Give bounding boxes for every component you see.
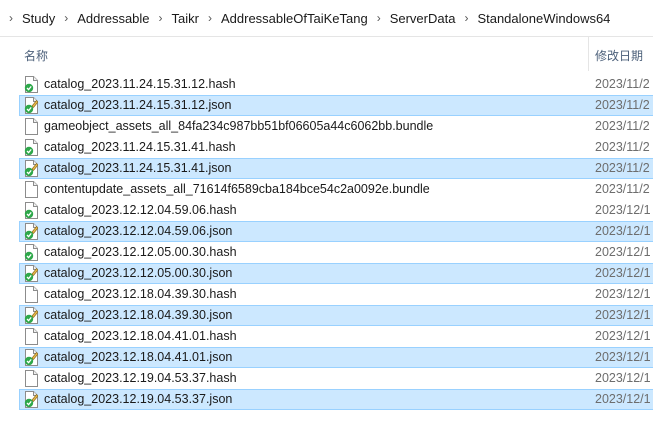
json-file-icon (24, 97, 39, 114)
file-name: contentupdate_assets_all_71614f6589cba18… (44, 182, 430, 196)
breadcrumb-item[interactable]: Taikr (168, 11, 203, 26)
file-row[interactable]: contentupdate_assets_all_71614f6589cba18… (19, 179, 653, 200)
file-name: catalog_2023.12.12.04.59.06.json (44, 224, 233, 238)
file-row[interactable]: catalog_2023.12.12.04.59.06.hash 2023/12/… (19, 200, 653, 221)
file-name: catalog_2023.12.12.05.00.30.json (44, 266, 233, 280)
hash-file-icon (24, 76, 38, 93)
file-row[interactable]: catalog_2023.12.19.04.53.37.json 2023/12/… (19, 389, 653, 410)
json-file-icon (24, 391, 39, 408)
json-file-icon (24, 223, 39, 240)
file-row[interactable]: catalog_2023.11.24.15.31.41.json 2023/11/… (19, 158, 653, 179)
file-name: catalog_2023.11.24.15.31.41.hash (44, 140, 236, 154)
file-name: catalog_2023.12.19.04.53.37.json (44, 392, 233, 406)
file-name: catalog_2023.12.18.04.41.01.json (44, 350, 233, 364)
file-modified-date: 2023/12/1 (595, 329, 651, 343)
file-row[interactable]: gameobject_assets_all_84fa234c987bb51bf0… (19, 116, 653, 137)
breadcrumb-item[interactable]: Addressable (73, 11, 153, 26)
plain-file-icon (24, 370, 38, 387)
column-header-date[interactable]: 修改日期 (595, 47, 643, 64)
file-name: catalog_2023.11.24.15.31.12.json (44, 98, 232, 112)
file-modified-date: 2023/11/2 (595, 98, 650, 112)
hash-file-icon (24, 244, 38, 261)
json-file-icon (24, 160, 39, 177)
file-name: catalog_2023.11.24.15.31.41.json (44, 161, 232, 175)
chevron-right-icon[interactable]: › (154, 11, 168, 25)
json-file-icon (24, 349, 39, 366)
file-name: catalog_2023.12.12.05.00.30.hash (44, 245, 237, 259)
breadcrumb: › Study › Addressable › Taikr › AddressableOfTa… (0, 0, 653, 37)
file-row[interactable]: catalog_2023.11.24.15.31.12.json 2023/11/… (19, 95, 653, 116)
chevron-right-icon[interactable]: › (59, 11, 73, 25)
json-file-icon (24, 265, 39, 282)
file-modified-date: 2023/11/2 (595, 140, 650, 154)
file-name: catalog_2023.12.19.04.53.37.hash (44, 371, 237, 385)
file-modified-date: 2023/12/1 (595, 287, 651, 301)
file-row[interactable]: catalog_2023.12.18.04.39.30.json 2023/12/… (19, 305, 653, 326)
file-row[interactable]: catalog_2023.12.18.04.39.30.hash 2023/12/… (19, 284, 653, 305)
breadcrumb-item[interactable]: Study (18, 11, 59, 26)
file-row[interactable]: catalog_2023.12.12.05.00.30.hash 2023/12/… (19, 242, 653, 263)
file-name: catalog_2023.12.18.04.39.30.json (44, 308, 233, 322)
column-header: 名称 修改日期 (0, 37, 653, 71)
file-modified-date: 2023/12/1 (595, 266, 651, 280)
file-row[interactable]: catalog_2023.11.24.15.31.12.hash 2023/11/… (19, 74, 653, 95)
file-row[interactable]: catalog_2023.12.18.04.41.01.hash 2023/12/… (19, 326, 653, 347)
file-row[interactable]: catalog_2023.12.18.04.41.01.json 2023/12/… (19, 347, 653, 368)
column-divider[interactable] (588, 37, 589, 71)
bundle-file-icon (24, 181, 38, 198)
bundle-file-icon (24, 118, 38, 135)
file-modified-date: 2023/11/2 (595, 77, 650, 91)
hash-file-icon (24, 139, 38, 156)
file-name: catalog_2023.12.18.04.41.01.hash (44, 329, 237, 343)
breadcrumb-item[interactable]: AddressableOfTaiKeTang (217, 11, 372, 26)
file-modified-date: 2023/12/1 (595, 308, 651, 322)
file-row[interactable]: catalog_2023.12.19.04.53.37.hash 2023/12/… (19, 368, 653, 389)
breadcrumb-item[interactable]: StandaloneWindows64 (473, 11, 614, 26)
hash-file-icon (24, 202, 38, 219)
file-modified-date: 2023/12/1 (595, 371, 651, 385)
json-file-icon (24, 307, 39, 324)
file-name: catalog_2023.12.12.04.59.06.hash (44, 203, 237, 217)
file-modified-date: 2023/12/1 (595, 224, 651, 238)
file-modified-date: 2023/12/1 (595, 245, 651, 259)
chevron-right-icon[interactable]: › (372, 11, 386, 25)
chevron-right-icon[interactable]: › (203, 11, 217, 25)
column-header-name[interactable]: 名称 (24, 47, 48, 64)
file-row[interactable]: catalog_2023.12.12.05.00.30.json 2023/12/… (19, 263, 653, 284)
file-modified-date: 2023/12/1 (595, 392, 651, 406)
file-row[interactable]: catalog_2023.11.24.15.31.41.hash 2023/11/… (19, 137, 653, 158)
chevron-right-icon[interactable]: › (459, 11, 473, 25)
file-modified-date: 2023/11/2 (595, 119, 650, 133)
file-name: catalog_2023.12.18.04.39.30.hash (44, 287, 237, 301)
file-modified-date: 2023/11/2 (595, 182, 650, 196)
breadcrumb-item[interactable]: ServerData (386, 11, 460, 26)
file-modified-date: 2023/11/2 (595, 161, 650, 175)
plain-file-icon (24, 328, 38, 345)
chevron-right-icon[interactable]: › (4, 11, 18, 25)
file-row[interactable]: catalog_2023.12.12.04.59.06.json 2023/12/… (19, 221, 653, 242)
file-modified-date: 2023/12/1 (595, 203, 651, 217)
file-name: gameobject_assets_all_84fa234c987bb51bf0… (44, 119, 434, 133)
file-modified-date: 2023/12/1 (595, 350, 651, 364)
file-name: catalog_2023.11.24.15.31.12.hash (44, 77, 236, 91)
plain-file-icon (24, 286, 38, 303)
